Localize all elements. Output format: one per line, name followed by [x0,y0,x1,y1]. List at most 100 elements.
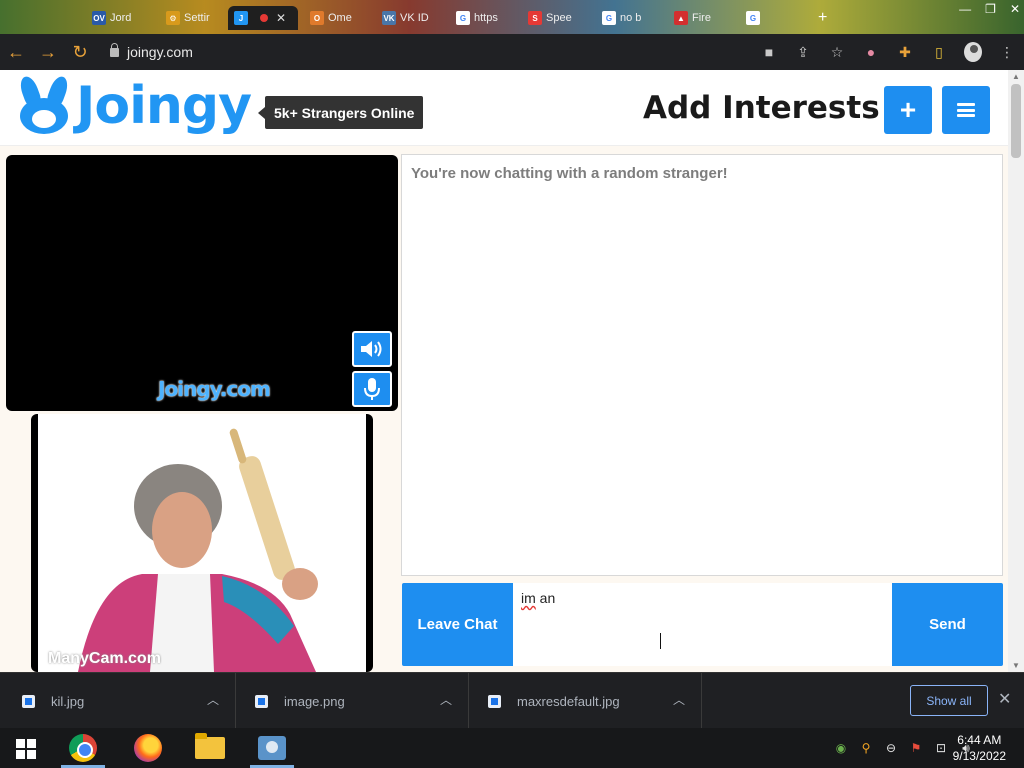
share-icon[interactable]: ⇪ [794,44,812,61]
message-input[interactable]: im an [513,583,892,666]
taskbar-firefox[interactable] [122,728,174,768]
system-clock[interactable]: 6:44 AM 9/13/2022 [953,732,1006,764]
manycam-icon [258,736,286,760]
taskbar-manycam[interactable] [246,728,298,768]
network-app-icon[interactable]: ◉ [833,741,849,755]
scroll-up-icon[interactable]: ▲ [1008,72,1024,81]
leave-chat-button[interactable]: Leave Chat [402,583,513,666]
add-interests-label: Add Interests ➦ [643,90,909,126]
menu-button[interactable] [942,86,990,134]
star-icon[interactable]: ☆ [828,44,846,61]
tab-google[interactable]: G [740,6,800,30]
scroll-thumb[interactable] [1011,84,1021,158]
download-item[interactable]: image.png ︿ [237,673,469,729]
download-item[interactable]: kil.jpg ︿ [4,673,236,729]
tab-label: VK ID [400,12,429,24]
download-filename: maxresdefault.jpg [517,693,620,709]
tab-fire[interactable]: ▲ Fire [668,6,736,30]
chevron-up-icon[interactable]: ︿ [440,691,452,708]
webcam-image: ManyCam.com [38,414,366,672]
url-text: joingy.com [127,44,193,60]
add-interests-text: Add Interests [643,90,880,126]
back-button[interactable]: ← [0,34,32,70]
download-bar: kil.jpg ︿ image.png ︿ maxresdefault.jpg … [0,672,1024,729]
online-count-badge: 5k+ Strangers Online [257,96,424,129]
reload-icon: ↻ [72,41,88,62]
joingy-logo[interactable]: Joingy [16,74,252,136]
site-header: Joingy 5k+ Strangers Online Add Interest… [0,70,1008,146]
forward-button[interactable]: → [32,34,64,70]
message-input-value: im an [521,590,555,606]
tab-speedtest[interactable]: S Spee [522,6,592,30]
lock-icon [110,42,119,57]
restore-icon[interactable]: ❐ [985,2,996,16]
firefox-icon [134,734,162,762]
kebab-menu-icon[interactable]: ⋮ [998,44,1016,61]
tab-label: https [474,12,498,24]
image-file-icon [488,694,501,708]
close-download-bar-icon[interactable]: ✕ [998,689,1011,709]
manycam-watermark: ManyCam.com [48,650,161,667]
arrow-left-icon: ← [7,41,25,62]
plus-icon: + [818,9,828,26]
flag-alert-icon[interactable]: ⚑ [908,741,924,755]
speedtest-icon: S [528,11,542,25]
omegle-icon: O [310,11,324,25]
add-interest-button[interactable]: + [884,86,932,134]
send-label: Send [929,616,966,633]
google-icon: G [602,11,616,25]
online-count-text: 5k+ Strangers Online [274,104,415,121]
clock-date: 9/13/2022 [952,749,1006,763]
windows-start-icon[interactable] [16,739,36,759]
text-cursor-icon [660,633,668,649]
misspelled-word: im [521,590,536,606]
taskbar-file-explorer[interactable] [184,728,236,768]
url-field[interactable]: joingy.com [110,42,193,62]
sidebar-icon[interactable]: ▯ [930,44,948,61]
tab-google-https[interactable]: G https [450,6,518,30]
extensions-icon[interactable]: ✚ [896,44,914,61]
download-filename: kil.jpg [51,693,85,709]
chevron-up-icon[interactable]: ︿ [207,691,219,708]
tab-joingy[interactable]: J ✕ [228,6,298,30]
google-icon: G [456,11,470,25]
minus-circle-icon[interactable]: ⊖ [883,741,899,755]
profile-avatar[interactable] [964,42,982,62]
camera-icon[interactable]: ■ [760,44,778,60]
tab-label: no b [620,12,642,24]
recording-dot-icon [260,14,268,22]
taskbar-chrome[interactable] [57,728,109,768]
tab-jord[interactable]: OV Jord [86,6,156,30]
microphone-button[interactable] [352,371,392,407]
chevron-up-icon[interactable]: ︿ [673,691,685,708]
search-icon[interactable]: ⚲ [858,741,874,755]
tab-settings[interactable]: ⚙ Settir [160,6,226,30]
page-scrollbar[interactable]: ▲ ▼ [1008,70,1024,672]
clock-time: 6:44 AM [957,733,1002,747]
page-viewport: Joingy 5k+ Strangers Online Add Interest… [0,70,1024,672]
reload-button[interactable]: ↻ [64,34,96,70]
close-window-icon[interactable]: ✕ [1010,2,1020,16]
scroll-down-icon[interactable]: ▼ [1008,661,1024,670]
joingy-icon: J [234,11,248,25]
tab-omegle[interactable]: O Ome [304,6,372,30]
video-watermark: Joingy.com [158,377,271,401]
flag-icon[interactable]: ● [862,44,880,60]
network-icon[interactable]: ⊡ [933,741,949,755]
microphone-icon [364,378,380,400]
volume-button[interactable] [352,331,392,367]
download-item[interactable]: maxresdefault.jpg ︿ [470,673,702,729]
minimize-icon[interactable]: — [959,2,971,16]
tree-icon: ▲ [674,11,688,25]
tab-google-nob[interactable]: G no b [596,6,664,30]
hamburger-icon [957,103,975,117]
new-tab-button[interactable]: + [812,6,836,30]
tab-vkid[interactable]: VK VK ID [376,6,446,30]
chat-log: You're now chatting with a random strang… [401,154,1003,576]
tab-label: Ome [328,12,352,24]
image-file-icon [22,694,35,708]
send-button[interactable]: Send [892,583,1003,666]
tab-label: Settir [184,12,210,24]
show-all-button[interactable]: Show all [910,685,988,716]
close-tab-icon[interactable]: ✕ [276,11,286,25]
